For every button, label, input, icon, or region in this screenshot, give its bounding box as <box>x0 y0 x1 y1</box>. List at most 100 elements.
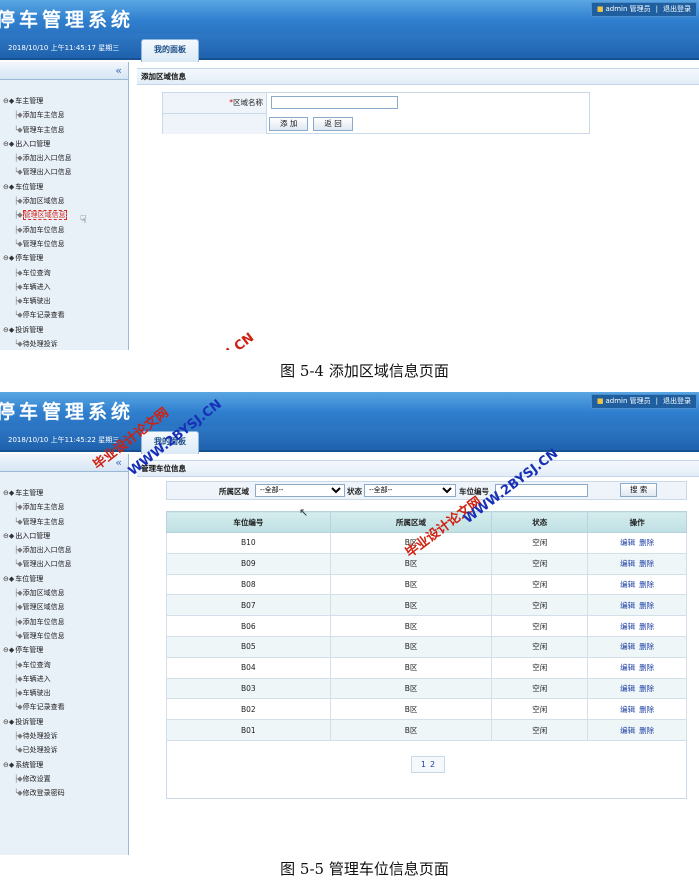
tab-my-panel[interactable]: 我的面板 <box>141 39 199 62</box>
menu-group[interactable]: ⊖◆车位管理 <box>3 180 128 194</box>
collapse-toggle-icon[interactable]: ⊖◆ <box>3 575 14 583</box>
menu-item[interactable]: ├◆添加区域信息 <box>3 586 128 600</box>
menu-item[interactable]: └◆修改登录密码 <box>3 786 128 800</box>
edit-link[interactable]: 编辑 <box>620 726 635 735</box>
edit-link[interactable]: 编辑 <box>620 559 635 568</box>
area-name-input[interactable] <box>271 96 398 109</box>
menu-item[interactable]: └◆停车记录查看 <box>3 700 128 714</box>
user-box: ■ admin 管理员 | 退出登录 <box>590 2 697 17</box>
collapse-toggle-icon[interactable]: ⊖◆ <box>3 489 14 497</box>
menu-item[interactable]: ├◆车辆驶出 <box>3 686 128 700</box>
search-button[interactable]: 搜 索 <box>620 483 658 497</box>
menu-item-label: 待处理投诉 <box>22 732 58 741</box>
menu-item[interactable]: ├◆修改设置 <box>3 772 128 786</box>
separator: | <box>655 5 658 13</box>
edit-link[interactable]: 编辑 <box>620 622 635 631</box>
menu-item[interactable]: └◆管理车主信息 <box>3 123 128 137</box>
delete-link[interactable]: 删除 <box>639 642 654 651</box>
menu-item[interactable]: └◆管理出入口信息 <box>3 557 128 571</box>
add-button[interactable]: 添 加 <box>269 117 309 131</box>
menu-group-label: 出入口管理 <box>15 531 51 540</box>
menu-item[interactable]: ├◆车辆驶出 <box>3 294 128 308</box>
collapse-toggle-icon[interactable]: ⊖◆ <box>3 97 14 105</box>
menu-group[interactable]: ⊖◆投诉管理 <box>3 715 128 729</box>
menu-item[interactable]: ├◆添加车位信息 <box>3 223 128 237</box>
delete-link[interactable]: 删除 <box>639 622 654 631</box>
collapse-toggle-icon[interactable]: ⊖◆ <box>3 718 14 726</box>
menu-group[interactable]: ⊖◆出入口管理 <box>3 137 128 151</box>
delete-link[interactable]: 删除 <box>639 705 654 714</box>
menu-item[interactable]: └◆管理出入口信息 <box>3 165 128 179</box>
menu-item[interactable]: ├◆管理区域信息 <box>3 208 128 222</box>
delete-link[interactable]: 删除 <box>639 601 654 610</box>
menu-item[interactable]: ├◆添加车主信息 <box>3 500 128 514</box>
edit-link[interactable]: 编辑 <box>620 580 635 589</box>
status-cell: 空闲 <box>491 719 589 741</box>
menu-item[interactable]: ├◆添加出入口信息 <box>3 151 128 165</box>
page-1-link[interactable]: 1 <box>421 760 426 769</box>
logout-link[interactable]: 退出登录 <box>663 397 691 405</box>
back-button[interactable]: 返 回 <box>313 117 353 131</box>
tree-branch-icon: └◆ <box>14 631 23 640</box>
area-cell: B区 <box>329 594 493 617</box>
screenshot-add-area: 停车管理系统 ■ admin 管理员 | 退出登录 2018/10/10 上午11:4… <box>0 0 699 350</box>
tree-branch-icon: ├◆ <box>14 774 23 783</box>
menu-item[interactable]: ├◆管理区域信息 <box>3 600 128 614</box>
menu-item[interactable]: ├◆添加车位信息 <box>3 615 128 629</box>
edit-link[interactable]: 编辑 <box>620 684 635 693</box>
delete-link[interactable]: 删除 <box>639 663 654 672</box>
menu-item[interactable]: ├◆车位查询 <box>3 266 128 280</box>
menu-group[interactable]: ⊖◆车主管理 <box>3 486 128 500</box>
menu-group[interactable]: ⊖◆停车管理 <box>3 251 128 265</box>
tree-branch-icon: ├◆ <box>14 732 23 741</box>
menu-group[interactable]: ⊖◆出入口管理 <box>3 529 128 543</box>
area-filter-select[interactable]: --全部-- <box>255 484 345 497</box>
delete-link[interactable]: 删除 <box>639 580 654 589</box>
menu-item[interactable]: ├◆待处理投诉 <box>3 729 128 743</box>
menu-item[interactable]: ├◆添加出入口信息 <box>3 543 128 557</box>
collapse-toggle-icon[interactable]: ⊖◆ <box>3 646 14 654</box>
collapse-toggle-icon[interactable]: ⊖◆ <box>3 326 14 334</box>
logout-link[interactable]: 退出登录 <box>663 5 691 13</box>
delete-link[interactable]: 删除 <box>639 559 654 568</box>
menu-group[interactable]: ⊖◆停车管理 <box>3 643 128 657</box>
delete-link[interactable]: 删除 <box>639 538 654 547</box>
menu-item[interactable]: └◆管理车位信息 <box>3 629 128 643</box>
menu-group[interactable]: ⊖◆系统管理 <box>3 758 128 772</box>
menu-item[interactable]: ├◆车位查询 <box>3 658 128 672</box>
edit-link[interactable]: 编辑 <box>620 538 635 547</box>
delete-link[interactable]: 删除 <box>639 684 654 693</box>
edit-link[interactable]: 编辑 <box>620 663 635 672</box>
delete-link[interactable]: 删除 <box>639 726 654 735</box>
column-header-status: 状态 <box>491 511 589 533</box>
menu-group[interactable]: ⊖◆车位管理 <box>3 572 128 586</box>
edit-link[interactable]: 编辑 <box>620 642 635 651</box>
figure-caption-5-5: 图 5-5 管理车位信息页面 <box>280 860 449 878</box>
edit-link[interactable]: 编辑 <box>620 705 635 714</box>
menu-item[interactable]: ├◆车辆进入 <box>3 280 128 294</box>
menu-item[interactable]: └◆已处理投诉 <box>3 743 128 757</box>
menu-item[interactable]: └◆管理车位信息 <box>3 237 128 251</box>
menu-item[interactable]: ├◆添加区域信息 <box>3 194 128 208</box>
menu-item[interactable]: └◆停车记录查看 <box>3 308 128 322</box>
collapse-toggle-icon[interactable]: ⊖◆ <box>3 532 14 540</box>
collapse-sidebar-button[interactable]: « <box>0 62 128 80</box>
edit-link[interactable]: 编辑 <box>620 601 635 610</box>
menu-group[interactable]: ⊖◆投诉管理 <box>3 323 128 337</box>
tree-branch-icon: └◆ <box>14 560 23 569</box>
space-number-cell: B03 <box>166 677 331 700</box>
space-number-cell: B02 <box>166 698 331 721</box>
menu-item[interactable]: ├◆车辆进入 <box>3 672 128 686</box>
collapse-toggle-icon[interactable]: ⊖◆ <box>3 140 14 148</box>
status-filter-select[interactable]: --全部-- <box>364 484 456 497</box>
actions-cell: 编辑 删除 <box>587 573 687 596</box>
menu-item[interactable]: ├◆添加车主信息 <box>3 108 128 122</box>
collapse-toggle-icon[interactable]: ⊖◆ <box>3 183 14 191</box>
menu-group[interactable]: ⊖◆车主管理 <box>3 94 128 108</box>
menu-item[interactable]: └◆待处理投诉 <box>3 337 128 350</box>
menu-item[interactable]: └◆管理车主信息 <box>3 515 128 529</box>
collapse-toggle-icon[interactable]: ⊖◆ <box>3 761 14 769</box>
page-2-link[interactable]: 2 <box>430 760 435 769</box>
tree-branch-icon: ├◆ <box>14 282 23 291</box>
collapse-toggle-icon[interactable]: ⊖◆ <box>3 254 14 262</box>
